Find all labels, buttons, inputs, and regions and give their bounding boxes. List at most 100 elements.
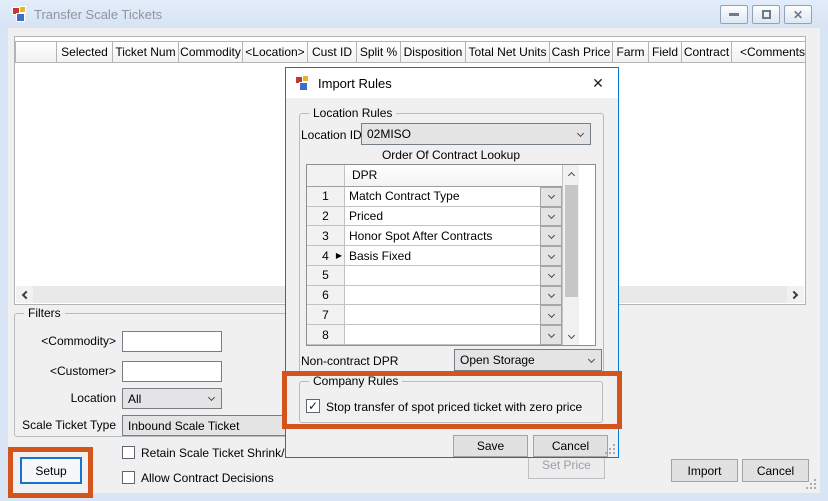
scroll-left-button[interactable] xyxy=(16,286,33,303)
scrollbar-thumb[interactable] xyxy=(565,185,578,297)
scroll-up-button[interactable] xyxy=(563,165,580,183)
app-icon xyxy=(12,6,28,22)
column-header-disposition[interactable]: Disposition xyxy=(400,41,466,63)
column-header-row-selector[interactable] xyxy=(15,41,57,63)
lookup-dropdown-button[interactable] xyxy=(540,226,562,247)
lookup-row-header[interactable]: 8 xyxy=(307,325,345,346)
lookup-dpr-cell[interactable]: Basis Fixed xyxy=(345,246,540,266)
window-resize-grip[interactable] xyxy=(804,477,816,489)
location-id-combo[interactable]: 02MISO xyxy=(361,123,591,145)
lookup-row-4: 4 ▶ Basis Fixed xyxy=(307,246,562,266)
lookup-row-8: 8 xyxy=(307,325,562,346)
allow-contract-decisions-checkbox[interactable] xyxy=(122,471,135,484)
lookup-dpr-cell[interactable] xyxy=(345,305,540,326)
cancel-button[interactable]: Cancel xyxy=(742,459,809,482)
column-header-cust-id[interactable]: Cust ID xyxy=(307,41,357,63)
scroll-down-button[interactable] xyxy=(563,327,580,345)
lookup-dropdown-button[interactable] xyxy=(540,265,562,286)
lookup-row-header[interactable]: 3 xyxy=(307,226,345,247)
column-header-farm[interactable]: Farm xyxy=(612,41,649,63)
current-row-indicator-icon: ▶ xyxy=(335,251,342,260)
column-header--comments-[interactable]: <Comments> xyxy=(731,41,805,63)
chevron-down-icon xyxy=(587,355,596,363)
dialog-title: Import Rules xyxy=(318,75,392,91)
ticket-grid-header: Selected Ticket Num Commodity <Location> Cus… xyxy=(15,41,805,63)
window-title: Transfer Scale Tickets xyxy=(34,6,163,22)
location-id-value: 02MISO xyxy=(367,127,412,141)
lookup-dpr-cell[interactable] xyxy=(345,265,540,286)
chevron-down-icon xyxy=(547,330,555,338)
lookup-grid-scrollbar[interactable] xyxy=(562,165,579,345)
minimize-icon xyxy=(729,13,739,16)
close-icon: ✕ xyxy=(792,7,804,22)
column-header-selected[interactable]: Selected xyxy=(56,41,113,63)
lookup-row-1: 1 Match Contract Type xyxy=(307,186,562,207)
column-header-contract[interactable]: Contract xyxy=(681,41,732,63)
column-header-total-net-units[interactable]: Total Net Units xyxy=(465,41,550,63)
chevron-up-icon xyxy=(567,171,576,180)
minimize-button[interactable] xyxy=(720,5,748,24)
filters-group-label: Filters xyxy=(24,306,65,320)
setup-button[interactable]: Setup xyxy=(20,457,82,484)
lookup-grid-column-header[interactable]: DPR xyxy=(345,165,562,187)
chevron-down-icon xyxy=(547,251,555,259)
lookup-dpr-cell[interactable]: Priced xyxy=(345,206,540,227)
column-header--location-[interactable]: <Location> xyxy=(242,41,308,63)
lookup-dpr-cell[interactable]: Match Contract Type xyxy=(345,186,540,207)
window-titlebar: Transfer Scale Tickets xyxy=(0,0,828,28)
column-header-split-[interactable]: Split % xyxy=(356,41,401,63)
lookup-row-header[interactable]: 4 ▶ xyxy=(307,246,345,266)
chevron-down-icon xyxy=(207,393,216,402)
retain-shrink-checkbox[interactable] xyxy=(122,446,135,459)
ticket-type-filter-label: Scale Ticket Type xyxy=(22,418,116,432)
lookup-dpr-cell[interactable]: Honor Spot After Contracts xyxy=(345,226,540,247)
dialog-icon xyxy=(295,75,311,91)
chevron-down-icon xyxy=(547,192,555,200)
lookup-row-header[interactable]: 6 xyxy=(307,285,345,306)
lookup-row-header[interactable]: 7 xyxy=(307,305,345,326)
lookup-row-3: 3 Honor Spot After Contracts xyxy=(307,226,562,247)
location-filter-label: Location xyxy=(70,391,116,405)
lookup-dropdown-button[interactable] xyxy=(540,206,562,227)
ticket-type-filter-value: Inbound Scale Ticket xyxy=(128,418,240,433)
non-contract-dpr-value: Open Storage xyxy=(460,353,535,367)
stop-transfer-checkbox[interactable]: ✓ xyxy=(306,399,320,413)
column-header-commodity[interactable]: Commodity xyxy=(178,41,243,63)
lookup-dropdown-button[interactable] xyxy=(540,325,562,346)
close-button[interactable]: ✕ xyxy=(784,5,812,24)
non-contract-dpr-combo[interactable]: Open Storage xyxy=(454,349,602,371)
commodity-filter-input[interactable] xyxy=(122,331,222,352)
column-header-ticket-num[interactable]: Ticket Num xyxy=(112,41,179,63)
transfer-scale-tickets-window: Transfer Scale Tickets ✕ Selected Ticket … xyxy=(0,0,828,501)
customer-filter-label: <Customer> xyxy=(49,364,116,378)
dialog-close-button[interactable]: ✕ xyxy=(586,73,610,93)
save-button[interactable]: Save xyxy=(453,435,528,457)
chevron-down-icon xyxy=(547,291,555,299)
chevron-down-icon xyxy=(547,211,555,219)
lookup-grid-corner-cell[interactable] xyxy=(307,165,345,187)
column-header-cash-price[interactable]: Cash Price xyxy=(549,41,613,63)
lookup-dpr-cell[interactable] xyxy=(345,325,540,346)
chevron-left-icon xyxy=(21,290,31,299)
lookup-row-header[interactable]: 5 xyxy=(307,265,345,286)
lookup-dropdown-button[interactable] xyxy=(540,186,562,207)
scroll-right-button[interactable] xyxy=(787,286,804,303)
allow-contract-decisions-label: Allow Contract Decisions xyxy=(141,471,274,485)
lookup-dropdown-button[interactable] xyxy=(540,285,562,306)
location-filter-combo[interactable]: All xyxy=(122,388,222,409)
lookup-dropdown-button[interactable] xyxy=(540,305,562,326)
import-button[interactable]: Import xyxy=(671,459,738,482)
retain-shrink-label: Retain Scale Ticket Shrink/D xyxy=(141,446,294,460)
column-header-field[interactable]: Field xyxy=(648,41,682,63)
location-rules-group-label: Location Rules xyxy=(309,106,397,120)
dialog-titlebar: Import Rules ✕ xyxy=(286,68,618,98)
chevron-down-icon xyxy=(547,231,555,239)
lookup-row-header[interactable]: 2 xyxy=(307,206,345,227)
lookup-dpr-cell[interactable] xyxy=(345,285,540,306)
maximize-button[interactable] xyxy=(752,5,780,24)
dialog-resize-grip[interactable] xyxy=(603,442,615,454)
dialog-cancel-button[interactable]: Cancel xyxy=(533,435,608,457)
lookup-dropdown-button[interactable] xyxy=(540,246,562,266)
lookup-row-header[interactable]: 1 xyxy=(307,186,345,207)
customer-filter-input[interactable] xyxy=(122,361,222,382)
